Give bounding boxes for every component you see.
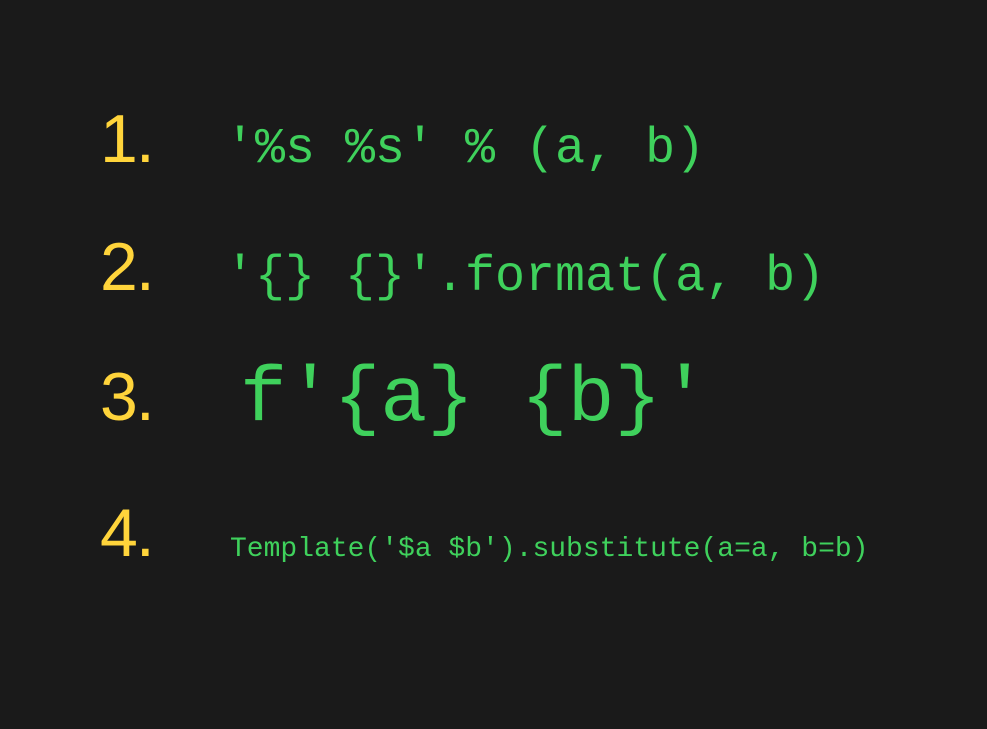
item-number: 2.	[100, 228, 210, 306]
list-item: 2. '{} {}'.format(a, b)	[100, 228, 887, 306]
item-number: 1.	[100, 100, 210, 178]
item-number: 4.	[100, 494, 210, 572]
code-snippet: '{} {}'.format(a, b)	[225, 249, 825, 306]
code-snippet: f'{a} {b}'	[240, 356, 708, 444]
list-item: 4. Template('$a $b').substitute(a=a, b=b…	[100, 494, 887, 572]
list-item: 3. f'{a} {b}'	[100, 356, 887, 444]
code-snippet: '%s %s' % (a, b)	[225, 121, 705, 178]
list-item: 1. '%s %s' % (a, b)	[100, 100, 887, 178]
code-snippet: Template('$a $b').substitute(a=a, b=b)	[230, 534, 869, 565]
item-number: 3.	[100, 358, 210, 436]
code-list: 1. '%s %s' % (a, b) 2. '{} {}'.format(a,…	[0, 0, 987, 572]
